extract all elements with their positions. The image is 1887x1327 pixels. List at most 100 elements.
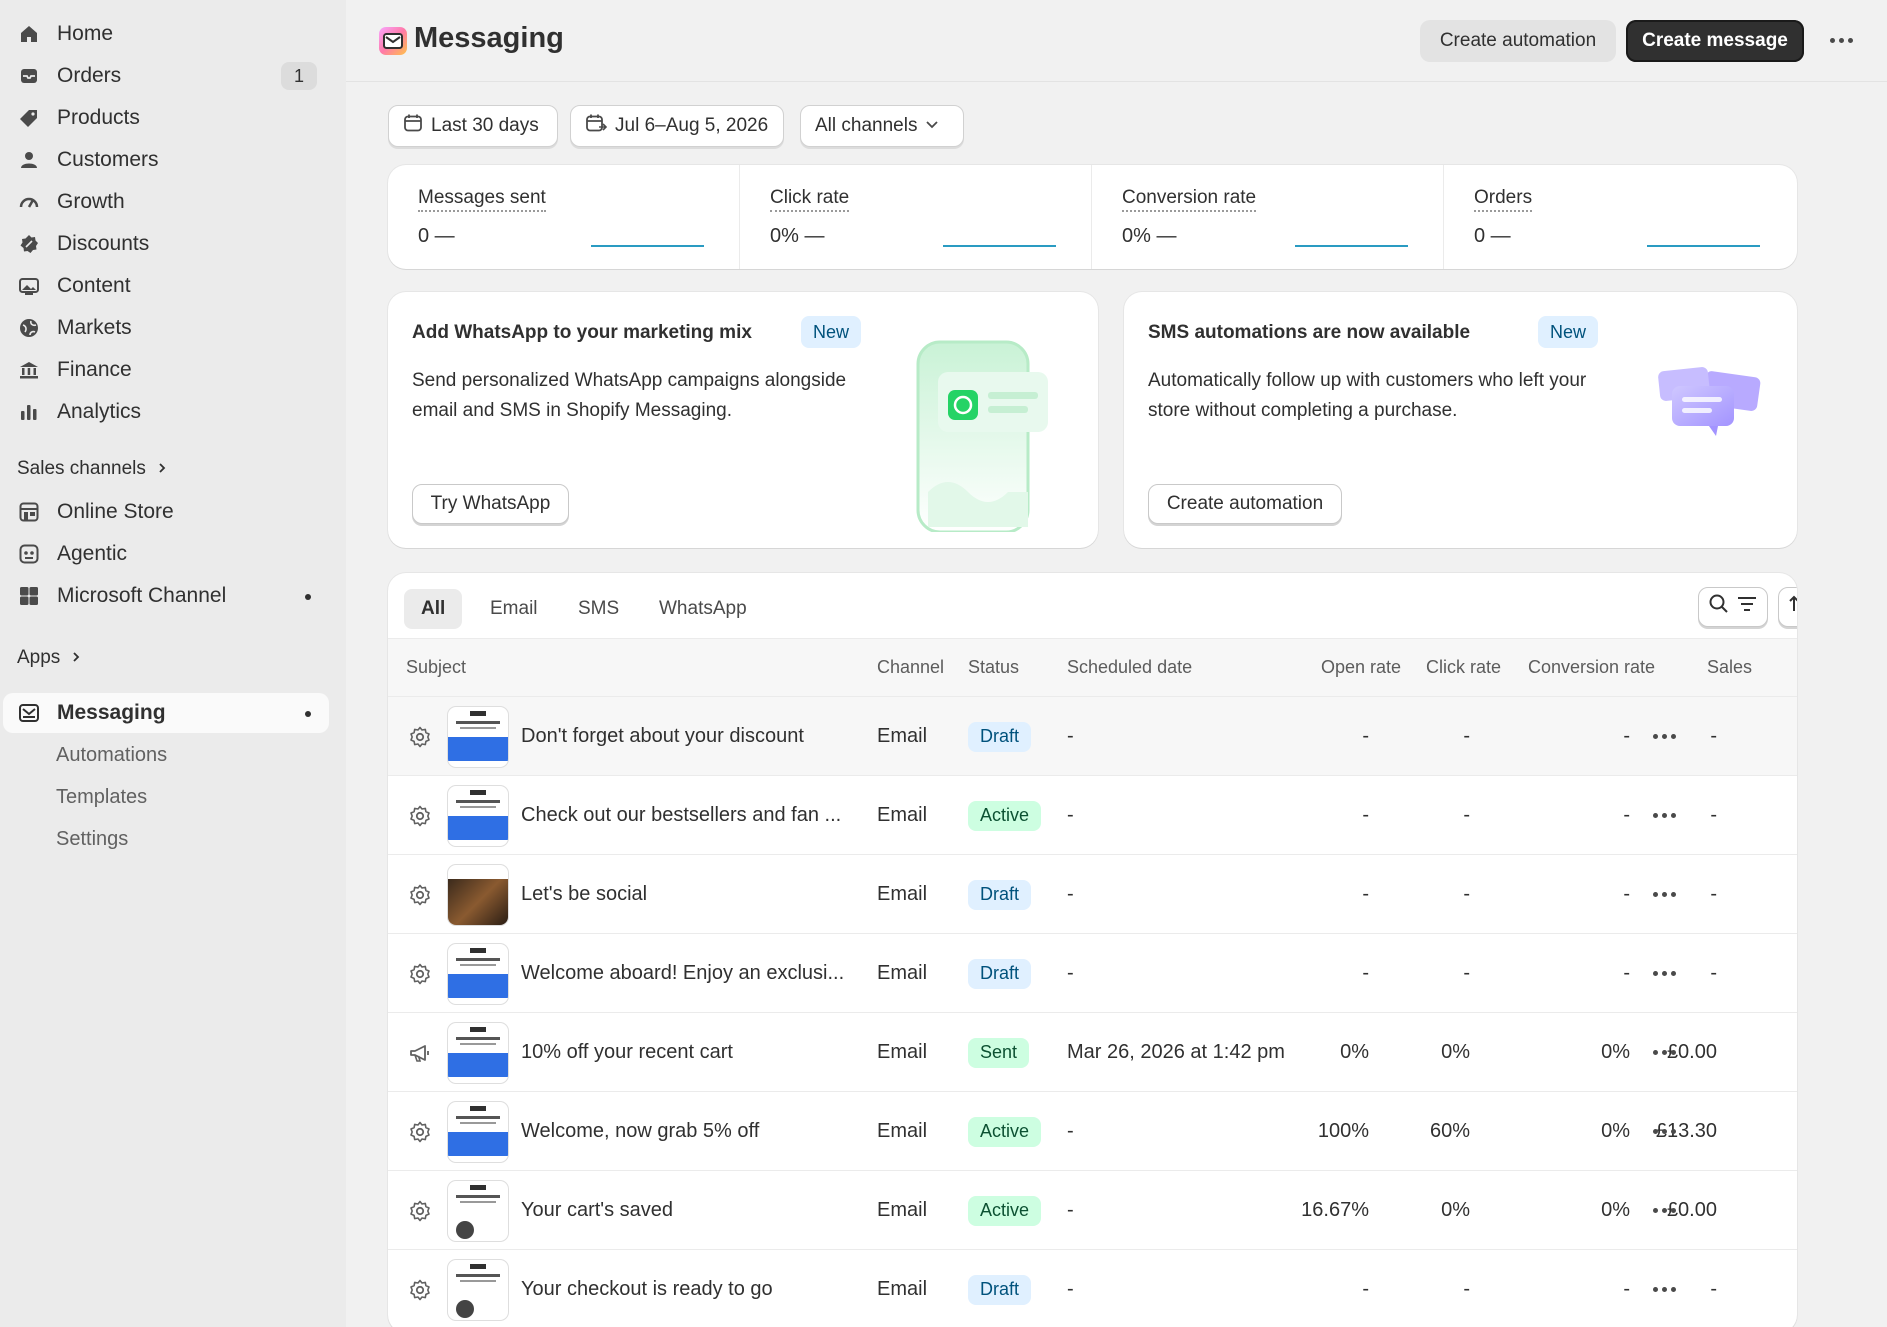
row-subject[interactable]: Check out our bestsellers and fan ... bbox=[521, 776, 841, 855]
apps-heading[interactable]: Apps bbox=[17, 647, 82, 669]
tab-whatsapp[interactable]: WhatsApp bbox=[642, 589, 764, 629]
tab-all[interactable]: All bbox=[404, 589, 463, 629]
row-conversion-rate: - bbox=[1623, 962, 1630, 984]
search-icon bbox=[1708, 593, 1730, 621]
sidebar-item-analytics[interactable]: Analytics bbox=[3, 392, 329, 432]
row-subject[interactable]: Let's be social bbox=[521, 855, 647, 934]
metric-value: 0 — bbox=[1474, 225, 1511, 247]
column-click-rate[interactable]: Click rate bbox=[1426, 652, 1501, 682]
sidebar-item-agentic[interactable]: Agentic bbox=[3, 534, 329, 574]
row-subject[interactable]: Welcome, now grab 5% off bbox=[521, 1092, 759, 1171]
row-subject[interactable]: 10% off your recent cart bbox=[521, 1013, 733, 1092]
email-thumbnail[interactable] bbox=[448, 1181, 508, 1241]
sidebar-item-growth[interactable]: Growth bbox=[3, 182, 329, 222]
row-click-rate: 0% bbox=[1441, 1199, 1470, 1221]
metric-orders[interactable]: Orders 0 — bbox=[1444, 165, 1796, 269]
email-thumbnail[interactable] bbox=[448, 1260, 508, 1320]
table-row[interactable]: 10% off your recent cart Email Sent Mar 26,… bbox=[388, 1012, 1797, 1091]
sidebar-item-online-store[interactable]: Online Store bbox=[3, 492, 329, 532]
sidebar-item-home[interactable]: Home bbox=[3, 14, 329, 54]
search-filter-button[interactable] bbox=[1698, 587, 1768, 627]
row-more-actions-icon[interactable] bbox=[1653, 734, 1676, 739]
table-row[interactable]: Welcome, now grab 5% off Email Active - 100%… bbox=[388, 1091, 1797, 1170]
row-more-actions-icon[interactable] bbox=[1653, 813, 1676, 818]
create-automation-button[interactable]: Create automation bbox=[1420, 20, 1616, 62]
sidebar-item-products[interactable]: Products bbox=[3, 98, 329, 138]
row-conversion-rate: - bbox=[1623, 725, 1630, 747]
messages-table-card: All Email SMS WhatsApp Subject Channel S… bbox=[388, 573, 1797, 1327]
column-status[interactable]: Status bbox=[968, 652, 1019, 682]
channel-filter-select[interactable]: All channels bbox=[800, 105, 964, 147]
sidebar-item-discounts[interactable]: Discounts bbox=[3, 224, 329, 264]
row-subject[interactable]: Welcome aboard! Enjoy an exclusi... bbox=[521, 934, 844, 1013]
column-channel[interactable]: Channel bbox=[877, 652, 944, 682]
date-picker-label: Jul 6–Aug 5, 2026 bbox=[615, 115, 769, 136]
sort-button[interactable] bbox=[1778, 587, 1797, 627]
row-channel: Email bbox=[877, 962, 928, 984]
row-scheduled-date: - bbox=[1067, 804, 1074, 826]
table-row[interactable]: Check out our bestsellers and fan ... Ema… bbox=[388, 775, 1797, 854]
email-thumbnail[interactable] bbox=[448, 707, 508, 767]
sidebar-item-orders[interactable]: Orders 1 bbox=[3, 56, 329, 96]
row-channel: Email bbox=[877, 1199, 928, 1221]
column-sales[interactable]: Sales bbox=[1707, 652, 1752, 682]
sales-channels-heading[interactable]: Sales channels bbox=[17, 458, 168, 480]
sidebar-item-messaging[interactable]: Messaging bbox=[3, 693, 329, 733]
row-subject[interactable]: Don't forget about your discount bbox=[521, 697, 804, 776]
row-subject[interactable]: Your checkout is ready to go bbox=[521, 1250, 773, 1327]
sidebar-item-microsoft-channel[interactable]: Microsoft Channel bbox=[3, 576, 329, 616]
email-thumbnail[interactable] bbox=[448, 865, 508, 925]
tab-email[interactable]: Email bbox=[473, 589, 555, 629]
try-whatsapp-button[interactable]: Try WhatsApp bbox=[412, 484, 569, 524]
row-more-actions-icon[interactable] bbox=[1653, 1287, 1676, 1292]
row-more-actions-icon[interactable] bbox=[1653, 892, 1676, 897]
person-icon bbox=[17, 148, 41, 172]
email-thumbnail[interactable] bbox=[448, 786, 508, 846]
store-icon bbox=[17, 500, 41, 524]
row-more-actions-icon[interactable] bbox=[1653, 1208, 1676, 1213]
gear-icon bbox=[408, 1092, 432, 1171]
row-conversion-rate: 0% bbox=[1601, 1041, 1630, 1063]
date-range-button[interactable]: Last 30 days bbox=[388, 105, 558, 147]
metric-click-rate[interactable]: Click rate 0% — bbox=[740, 165, 1092, 269]
column-subject[interactable]: Subject bbox=[406, 652, 466, 682]
row-status: Active bbox=[968, 1171, 1042, 1250]
promo-text: Automatically follow up with customers w… bbox=[1148, 370, 1587, 421]
table-row[interactable]: Your checkout is ready to go Email Draft - -… bbox=[388, 1249, 1797, 1327]
calendar-icon bbox=[403, 113, 423, 139]
metric-conversion-rate[interactable]: Conversion rate 0% — bbox=[1092, 165, 1444, 269]
row-more-actions-icon[interactable] bbox=[1653, 1129, 1676, 1134]
sidebar-subitem-templates[interactable]: Templates bbox=[56, 777, 147, 817]
table-row[interactable]: Welcome aboard! Enjoy an exclusi... Email… bbox=[388, 933, 1797, 1012]
table-row[interactable]: Don't forget about your discount Email Dra… bbox=[388, 696, 1797, 775]
create-automation-promo-button[interactable]: Create automation bbox=[1148, 484, 1342, 524]
sidebar-item-finance[interactable]: Finance bbox=[3, 350, 329, 390]
metric-value: 0% — bbox=[1122, 225, 1177, 247]
sidebar-subitem-settings[interactable]: Settings bbox=[56, 819, 128, 859]
table-row[interactable]: Let's be social Email Draft - - - - - bbox=[388, 854, 1797, 933]
row-more-actions-icon[interactable] bbox=[1653, 1050, 1676, 1055]
sms-promo-card: SMS automations are now available New Au… bbox=[1124, 292, 1797, 548]
column-conversion-rate[interactable]: Conversion rate bbox=[1528, 652, 1655, 682]
tab-sms[interactable]: SMS bbox=[561, 589, 636, 629]
sidebar-item-customers[interactable]: Customers bbox=[3, 140, 329, 180]
column-scheduled-date[interactable]: Scheduled date bbox=[1067, 652, 1192, 682]
sidebar-item-content[interactable]: Content bbox=[3, 266, 329, 306]
row-more-actions-icon[interactable] bbox=[1653, 971, 1676, 976]
sidebar-subitem-automations[interactable]: Automations bbox=[56, 735, 167, 775]
column-open-rate[interactable]: Open rate bbox=[1321, 652, 1401, 682]
new-badge: New bbox=[801, 316, 862, 348]
table-row[interactable]: Your cart's saved Email Active -16.67% 0% 0% £… bbox=[388, 1170, 1797, 1249]
sidebar-item-markets[interactable]: Markets bbox=[3, 308, 329, 348]
metric-messages-sent[interactable]: Messages sent 0 — bbox=[388, 165, 740, 269]
sidebar-item-label: Online Store bbox=[57, 500, 174, 523]
email-thumbnail[interactable] bbox=[448, 1102, 508, 1162]
date-picker-button[interactable]: Jul 6–Aug 5, 2026 bbox=[570, 105, 784, 147]
more-actions-icon[interactable] bbox=[1830, 38, 1853, 43]
email-thumbnail[interactable] bbox=[448, 1023, 508, 1083]
email-thumbnail[interactable] bbox=[448, 944, 508, 1004]
sidebar-item-label: Home bbox=[57, 22, 114, 45]
row-status: Draft bbox=[968, 697, 1032, 776]
create-message-button[interactable]: Create message bbox=[1626, 20, 1804, 62]
row-subject[interactable]: Your cart's saved bbox=[521, 1171, 673, 1250]
